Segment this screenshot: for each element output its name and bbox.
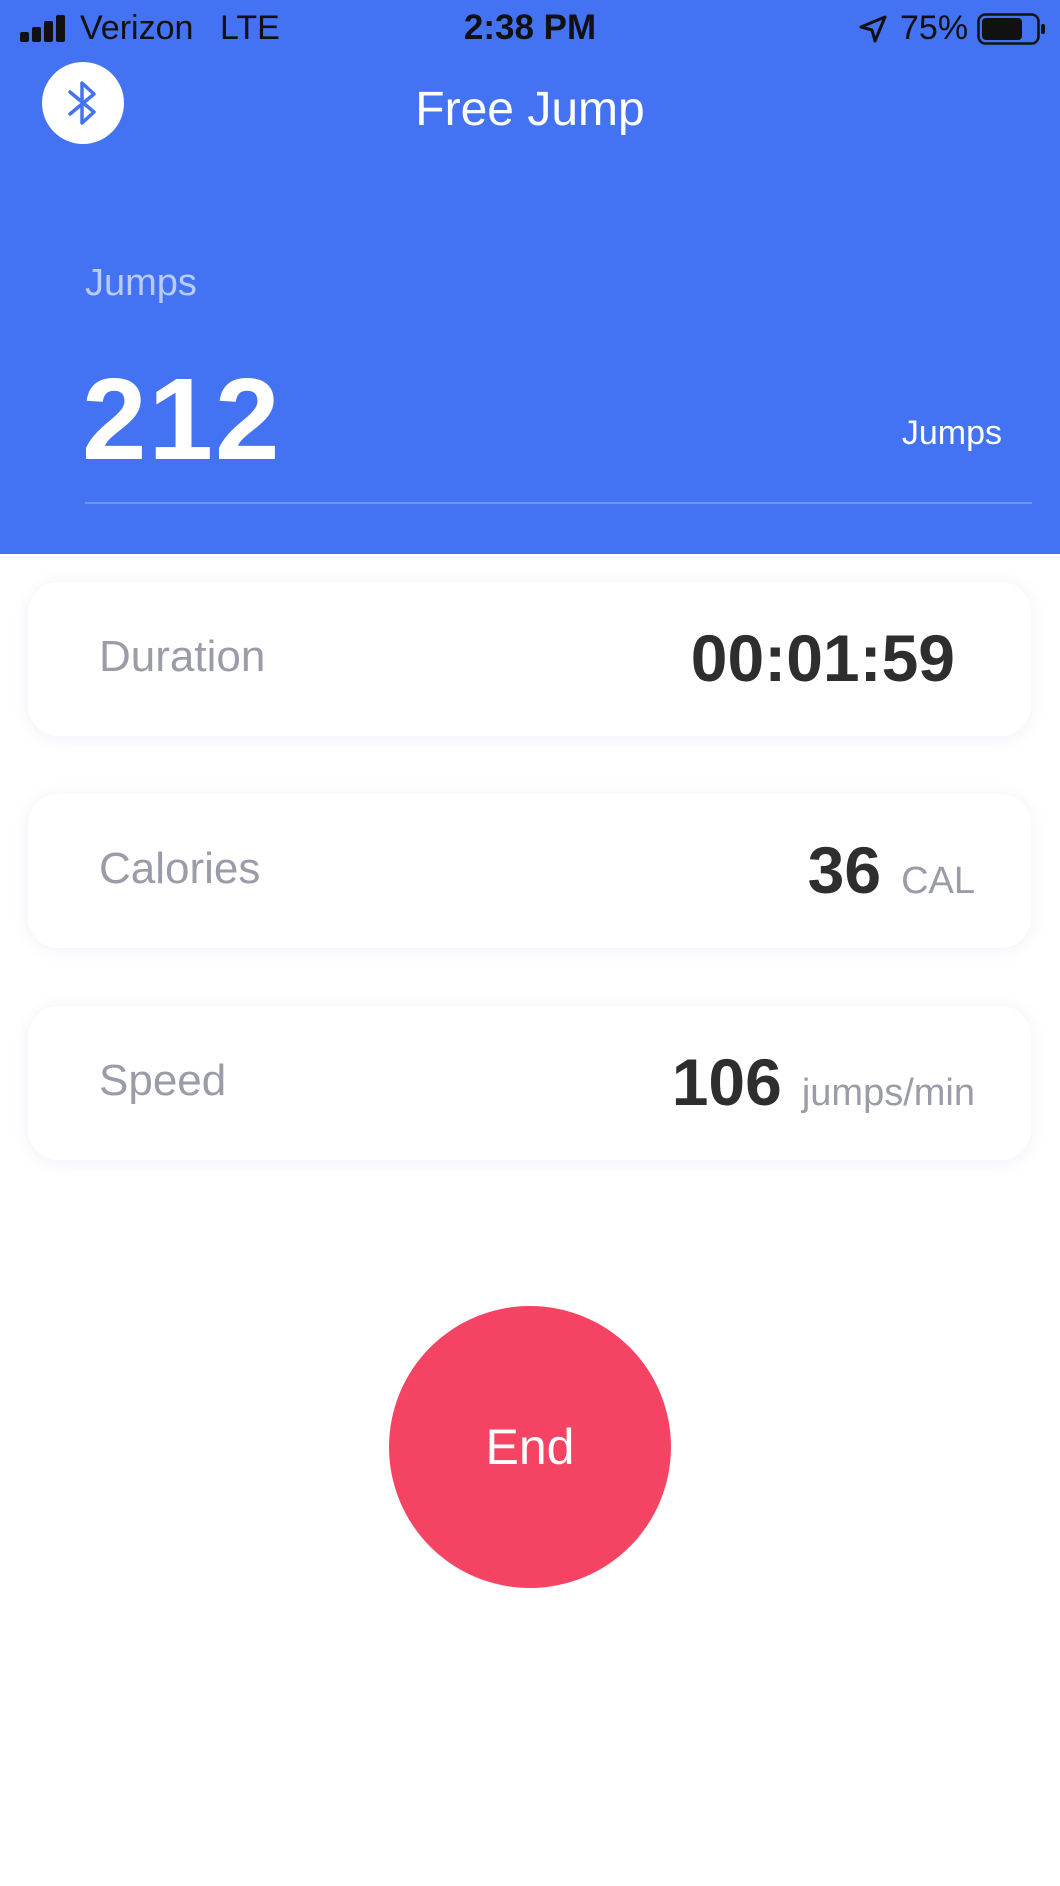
speed-value: 106 (671, 1045, 782, 1119)
status-bar: Verizon LTE 2:38 PM 75% (0, 0, 1060, 60)
duration-value-group: 00:01:59 (691, 620, 955, 696)
jumps-count: 212 (82, 354, 282, 484)
speed-label: Speed (99, 1056, 227, 1105)
duration-value: 00:01:59 (690, 621, 955, 695)
calories-value-group: 36 CAL (808, 832, 975, 908)
end-button[interactable]: End (389, 1306, 671, 1588)
calories-card: Calories 36 CAL (28, 794, 1031, 948)
speed-value-group: 106 jumps/min (672, 1044, 975, 1120)
page-title: Free Jump (415, 83, 645, 136)
jumps-unit: Jumps (901, 414, 1002, 452)
battery-percent: 75% (900, 9, 969, 47)
location-arrow-icon (859, 15, 887, 43)
duration-label: Duration (99, 632, 266, 681)
duration-card: Duration 00:01:59 (28, 582, 1031, 736)
speed-unit: jumps/min (801, 1072, 975, 1114)
jumps-label: Jumps (85, 262, 197, 304)
battery-icon (977, 13, 1045, 45)
calories-value: 36 (807, 833, 882, 907)
calories-unit: CAL (901, 860, 975, 902)
speed-card: Speed 106 jumps/min (28, 1006, 1031, 1160)
header-divider (85, 502, 1032, 504)
calories-label: Calories (99, 844, 261, 893)
